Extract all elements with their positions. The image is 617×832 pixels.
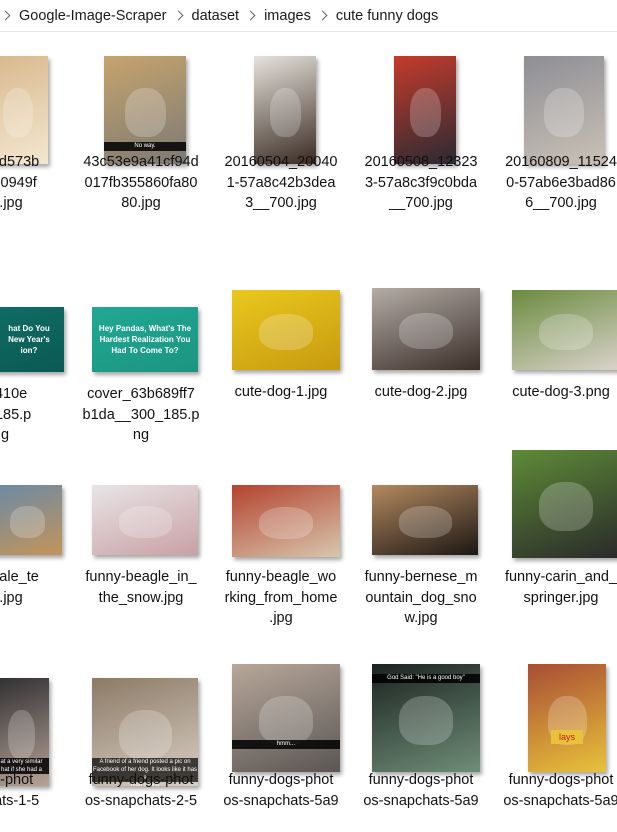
snapchat-atat-thumb[interactable]: hmm... [232, 664, 340, 772]
breadcrumb-item-dataset[interactable]: dataset [192, 6, 240, 26]
thumb-subject [544, 88, 584, 137]
file-name-label[interactable]: funny-dogs-phot os-snapchats-5a9 [497, 770, 617, 811]
beagle-snow-thumb[interactable] [92, 485, 198, 555]
cover-card-thumb[interactable]: hat Do You New Year's ion? [0, 307, 64, 372]
thumb-caption: Hey Pandas, What's The Hardest Realizati… [98, 324, 192, 355]
thumb-caption: lays [551, 730, 583, 744]
airedale-thumb[interactable] [0, 485, 62, 555]
snapchat-chips-thumb[interactable]: lays [528, 664, 606, 772]
breadcrumb-item-images[interactable]: images [264, 6, 311, 26]
file-item[interactable]: funny-bernese_m ountain_dog_sno w.jpg [362, 440, 480, 635]
file-name-label[interactable]: 20160504_20040 1-57a8c42b3dea 3__700.jpg [217, 152, 345, 214]
cover-card-thumb[interactable]: Hey Pandas, What's The Hardest Realizati… [92, 307, 198, 372]
chevron-right-icon [0, 10, 11, 21]
thumb-subject [398, 506, 452, 538]
file-name-label[interactable]: 43c53e9a41cf94d 017fb355860fa80 80.jpg [77, 152, 205, 214]
dog-bed-thumb[interactable] [524, 56, 604, 164]
file-name-label[interactable]: funny-beagle_wo rking_from_home .jpg [217, 567, 345, 629]
file-name-label[interactable]: funny-carin_and_ springer.jpg [497, 567, 617, 608]
beagle-laptop-thumb[interactable] [232, 485, 340, 557]
snapchat-light-thumb[interactable]: God Said: "He is a good boy" [372, 664, 480, 772]
file-name-label[interactable]: cover_63b689ff7 b1da__300_185.p ng [77, 384, 205, 446]
file-item[interactable]: A friend of a friend posted a pic on Fac… [82, 652, 200, 832]
golden-retriever-thumb[interactable] [0, 56, 48, 164]
thumb-subject [118, 506, 172, 538]
file-name-label[interactable]: cute-dog-1.jpg [217, 382, 345, 403]
chevron-right-icon [173, 10, 183, 21]
file-item[interactable]: God Said: "He is a good boy" funny-dogs-p… [362, 652, 480, 832]
thumb-subject [9, 506, 45, 538]
thumb-subject [259, 314, 313, 350]
file-item[interactable]: cute-dog-2.jpg [362, 262, 480, 457]
thumb-subject [409, 88, 441, 137]
thumb-subject [118, 710, 172, 759]
thumb-caption: God Said: "He is a good boy" [372, 674, 480, 683]
file-name-label[interactable]: 30d573b c60949f .jpg [0, 152, 75, 214]
bernese-snow-thumb[interactable] [372, 485, 478, 555]
file-name-label[interactable]: cute-dog-2.jpg [357, 382, 485, 403]
puppy-grass-thumb[interactable] [512, 290, 617, 370]
file-item[interactable]: cute-dog-3.png [502, 262, 617, 457]
thumb-subject [539, 482, 593, 531]
file-item[interactable]: funny-carin_and_ springer.jpg [502, 440, 617, 635]
file-item[interactable]: No way. 43c53e9a41cf94d 017fb355860fa80 8… [82, 32, 200, 227]
breadcrumb-item-google-image-scraper[interactable]: Google-Image-Scraper [19, 6, 167, 26]
dogs-washing-machine-thumb[interactable]: No way. [104, 56, 186, 164]
file-item[interactable]: Hey Pandas, What's The Hardest Realizati… [82, 262, 200, 457]
file-item[interactable]: 20160809_11524 0-57ab6e3bad86 6__700.jpg [502, 32, 617, 227]
thumb-caption: hmm... [232, 740, 340, 749]
dachshund-stairs-thumb[interactable] [254, 56, 316, 164]
file-name-label[interactable]: edale_te .jpg [0, 567, 75, 608]
breadcrumb-item-cute-funny-dogs[interactable]: cute funny dogs [336, 6, 438, 26]
file-name-label[interactable]: funny-dogs-phot os-snapchats-2-5 [77, 770, 205, 811]
file-item[interactable]: funny-beagle_in_ the_snow.jpg [82, 440, 200, 635]
file-name-label[interactable]: gs-phot chats-1-5 [0, 770, 73, 811]
file-name-label[interactable]: b6f410e 00_185.p ng [0, 384, 65, 446]
file-name-label[interactable]: funny-dogs-phot os-snapchats-5a9 [217, 770, 345, 811]
thumb-subject [124, 88, 166, 137]
thumb-subject [259, 696, 313, 745]
two-dogs-grass-thumb[interactable] [512, 450, 617, 558]
file-item[interactable]: hmm... funny-dogs-phot os-snapchats-5a9 [222, 652, 340, 832]
thumb-caption: hat Do You New Year's ion? [8, 324, 50, 355]
file-name-label[interactable]: funny-beagle_in_ the_snow.jpg [77, 567, 205, 608]
file-name-label[interactable]: 20160508_12323 3-57a8c3f9c0bda __700.jpg [357, 152, 485, 214]
puppies-yellow-thumb[interactable] [232, 290, 340, 370]
thumb-subject [399, 696, 453, 745]
file-item[interactable]: lays funny-dogs-phot os-snapchats-5a9 [502, 652, 617, 832]
file-item[interactable]: cute-dog-1.jpg [222, 262, 340, 457]
thumb-subject [3, 88, 33, 137]
file-name-label[interactable]: 20160809_11524 0-57ab6e3bad86 6__700.jpg [497, 152, 617, 214]
file-item[interactable]: funny-beagle_wo rking_from_home .jpg [222, 440, 340, 635]
file-name-label[interactable]: cute-dog-3.png [497, 382, 617, 403]
file-item[interactable]: 20160508_12323 3-57a8c3f9c0bda __700.jpg [362, 32, 480, 227]
breadcrumb: Google-Image-Scraper dataset images cute… [0, 0, 617, 32]
thumb-subject [7, 710, 36, 759]
chevron-right-icon [317, 10, 328, 21]
thumb-subject [399, 312, 453, 350]
thumb-subject [259, 506, 313, 539]
dog-blanket-thumb[interactable] [372, 288, 480, 370]
file-name-label[interactable]: funny-dogs-phot os-snapchats-5a9 [357, 770, 485, 811]
thumb-subject [539, 314, 593, 350]
dog-red-carpet-thumb[interactable] [394, 56, 456, 164]
file-grid: 30d573b c60949f .jpgNo way.43c53e9a41cf9… [0, 32, 617, 832]
chevron-right-icon [245, 10, 256, 21]
file-name-label[interactable]: funny-bernese_m ountain_dog_sno w.jpg [357, 567, 485, 629]
thumb-caption: No way. [104, 142, 186, 151]
file-item[interactable]: 20160504_20040 1-57a8c42b3dea 3__700.jpg [222, 32, 340, 227]
thumb-subject [269, 88, 301, 137]
